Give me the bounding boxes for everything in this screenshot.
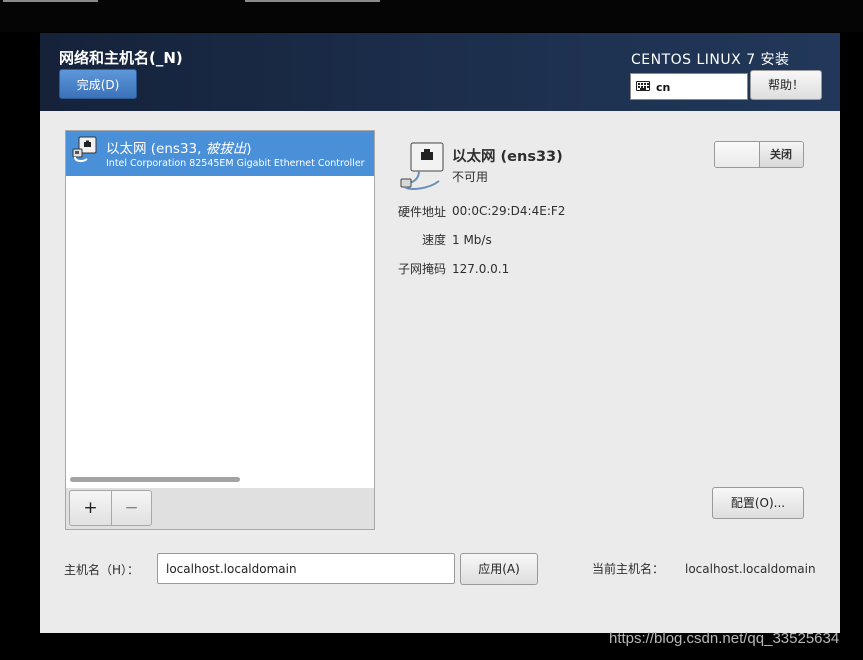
subnet-mask-value: 127.0.0.1 xyxy=(452,262,510,276)
device-list-toolbar: + − xyxy=(69,490,152,526)
keyboard-layout-indicator[interactable]: cn xyxy=(630,73,748,100)
device-list-item[interactable]: 以太网 (ens33, 被拔出) Intel Corporation 82545… xyxy=(66,131,374,176)
spoke-title: 网络和主机名(_N) xyxy=(59,49,183,67)
toggle-label: 关闭 xyxy=(770,148,792,161)
device-list-panel: 以太网 (ens33, 被拔出) Intel Corporation 82545… xyxy=(65,130,375,530)
current-hostname-value: localhost.localdomain xyxy=(685,562,816,576)
hostname-input[interactable] xyxy=(157,553,455,584)
remove-device-button[interactable]: − xyxy=(111,491,152,525)
product-title: CENTOS LINUX 7 安装 xyxy=(631,52,790,68)
watermark-text: https://blog.csdn.net/qq_33525634 xyxy=(609,630,840,647)
hostname-label: 主机名（H）： xyxy=(64,563,140,577)
speed-label: 速度 xyxy=(421,233,446,247)
device-detail-name: 以太网 (ens33) xyxy=(452,149,563,165)
hardware-address-value: 00:0C:29:D4:4E:F2 xyxy=(452,204,566,218)
device-description: Intel Corporation 82545EM Gigabit Ethern… xyxy=(106,158,365,169)
add-device-button[interactable]: + xyxy=(70,491,112,525)
done-button[interactable]: 完成(D) xyxy=(59,69,137,99)
horizontal-scrollbar[interactable] xyxy=(70,477,240,482)
ethernet-icon xyxy=(400,142,444,190)
speed-value: 1 Mb/s xyxy=(452,233,492,247)
device-detail-status: 不可用 xyxy=(452,170,489,184)
tab-indicator xyxy=(3,0,98,2)
spoke-header: 网络和主机名(_N) 完成(D) CENTOS LINUX 7 安装 cn 帮助… xyxy=(40,33,840,111)
tab-indicator xyxy=(245,0,380,2)
device-name: 以太网 (ens33, 被拔出) xyxy=(106,141,252,157)
device-state: 被拔出 xyxy=(205,141,247,157)
device-toggle-switch[interactable]: 关闭 xyxy=(714,141,804,168)
keyboard-layout-label: cn xyxy=(656,81,671,94)
installer-window: 网络和主机名(_N) 完成(D) CENTOS LINUX 7 安装 cn 帮助… xyxy=(40,33,840,633)
configure-button[interactable]: 配置(O)... xyxy=(712,487,804,519)
help-button[interactable]: 帮助！ xyxy=(750,70,822,100)
device-list: 以太网 (ens33, 被拔出) Intel Corporation 82545… xyxy=(66,131,374,488)
current-hostname-label: 当前主机名： xyxy=(592,562,665,576)
subnet-mask-label: 子网掩码 xyxy=(397,262,446,276)
hardware-address-label: 硬件地址 xyxy=(397,205,446,219)
ethernet-icon xyxy=(72,136,97,163)
keyboard-icon xyxy=(636,81,650,91)
top-strip xyxy=(0,0,863,32)
toggle-knob xyxy=(715,142,760,167)
apply-hostname-button[interactable]: 应用(A) xyxy=(460,553,538,585)
